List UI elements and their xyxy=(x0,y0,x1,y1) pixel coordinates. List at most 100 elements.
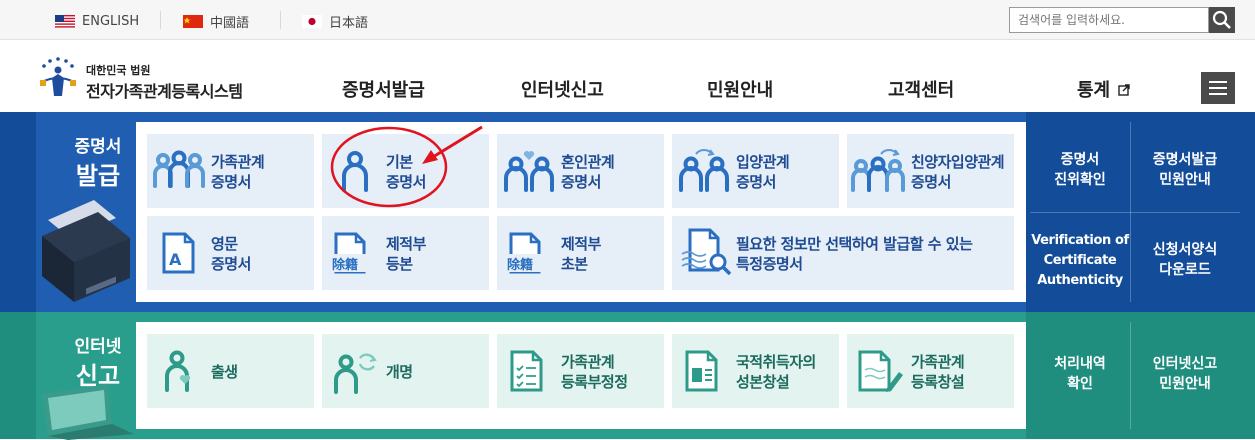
link-line1: Verification of xyxy=(1031,233,1129,248)
link-line1: 증명서 xyxy=(1060,152,1100,168)
tile-full-adoption-certificate[interactable]: 친양자입양관계 증명서 xyxy=(847,134,1014,208)
link-line2: 다운로드 xyxy=(1159,262,1211,278)
tile-label-line2: 등본 xyxy=(386,255,413,273)
link-line2: Certificate xyxy=(1043,253,1117,268)
logo-title: 전자가족관계등록시스템 xyxy=(86,82,243,101)
hamburger-icon-bar xyxy=(1209,93,1227,95)
tile-label-line1: 입양관계 xyxy=(736,153,790,171)
couple-heart-icon xyxy=(504,151,554,192)
edit-document-icon xyxy=(858,350,903,392)
logo-subtitle: 대한민국 법원 xyxy=(86,64,151,77)
removed-register-icon: 除籍 xyxy=(505,232,557,274)
tile-basic-certificate[interactable]: 기본 증명서 xyxy=(322,134,489,208)
tile-removed-register-transcript[interactable]: 除籍 제적부 등본 xyxy=(322,216,489,290)
link-line1: 신청서양식 xyxy=(1152,242,1218,258)
removed-register-icon: 除籍 xyxy=(330,232,382,274)
tile-label-line1: 기본 xyxy=(386,153,413,171)
tile-birth-report[interactable]: 출생 xyxy=(147,334,314,408)
link-line3: Authenticity xyxy=(1037,273,1123,288)
tile-label-line2: 초본 xyxy=(561,255,588,273)
tile-label-line2: 증명서 xyxy=(211,173,251,191)
nav-internet-report[interactable]: 인터넷신고 xyxy=(521,76,604,102)
tile-adoption-certificate[interactable]: 입양관계 증명서 xyxy=(672,134,839,208)
adoption-family-icon xyxy=(851,149,905,192)
link-processing-history[interactable]: 처리내역 확인 xyxy=(1030,354,1130,394)
tile-label-line2: 특정증명서 xyxy=(736,255,803,273)
link-certificate-guide[interactable]: 증명서발급 민원안내 xyxy=(1130,150,1240,190)
divider xyxy=(280,11,281,29)
tile-label-line1: 필요한 정보만 선택하여 발급할 수 있는 xyxy=(736,235,973,253)
section-title-line1: 증명서 xyxy=(74,137,122,157)
court-emblem-icon xyxy=(40,57,76,96)
lang-label: ENGLISH xyxy=(82,13,140,29)
tile-label-line2: 등록창설 xyxy=(911,373,965,391)
nav-certificate-issue[interactable]: 증명서발급 xyxy=(342,76,425,102)
link-line2: 민원안내 xyxy=(1159,376,1211,392)
lang-label: 日本語 xyxy=(329,15,369,31)
certificate-issue-section: 증명서 발급 가족관계 증명서 기본 증명서 혼인관계 증명서 입양관계 증명서… xyxy=(0,112,1255,312)
link-report-guide[interactable]: 인터넷신고 민원안내 xyxy=(1130,354,1240,394)
tile-label-line1: 출생 xyxy=(211,363,238,381)
laptop-illustration-icon xyxy=(42,384,134,440)
us-flag-icon xyxy=(55,14,75,28)
tile-naturalized-surname-creation[interactable]: 국적취득자의 성본창설 xyxy=(672,334,839,408)
tile-label-line1: 국적취득자의 xyxy=(736,353,816,371)
tile-label-line1: 가족관계 xyxy=(561,353,615,371)
link-certificate-verification[interactable]: 증명서 진위확인 xyxy=(1030,150,1130,190)
tile-label-line2: 증명서 xyxy=(561,173,601,191)
tile-label-line1: 제적부 xyxy=(561,235,601,253)
tile-label-line1: 혼인관계 xyxy=(561,153,615,171)
tile-register-creation[interactable]: 가족관계 등록창설 xyxy=(847,334,1014,408)
birth-icon xyxy=(165,350,191,392)
language-bar: ENGLISH 中國語 日本語 xyxy=(0,0,1255,40)
tile-marriage-certificate[interactable]: 혼인관계 증명서 xyxy=(497,134,664,208)
document-search-icon xyxy=(681,228,732,276)
tile-label-line1: 친양자입양관계 xyxy=(911,153,1005,171)
hamburger-icon-bar xyxy=(1209,87,1227,89)
search-button[interactable] xyxy=(1209,7,1235,33)
tile-english-certificate[interactable]: A 영문 증명서 xyxy=(147,216,314,290)
tile-removed-register-extract[interactable]: 除籍 제적부 초본 xyxy=(497,216,664,290)
section-title-line2: 발급 xyxy=(75,162,121,190)
link-line2: 민원안내 xyxy=(1159,172,1211,188)
tile-rename-report[interactable]: 개명 xyxy=(322,334,489,408)
lang-english-link[interactable]: ENGLISH xyxy=(55,12,139,30)
link-line1: 증명서발급 xyxy=(1152,152,1218,168)
site-header: 대한민국 법원 전자가족관계등록시스템 증명서발급 인터넷신고 민원안내 고객센… xyxy=(0,40,1255,112)
tile-specific-certificate[interactable]: 필요한 정보만 선택하여 발급할 수 있는 특정증명서 xyxy=(672,216,1014,290)
printer-illustration-icon xyxy=(42,200,130,302)
search-input[interactable] xyxy=(1009,7,1209,33)
site-logo[interactable]: 대한민국 법원 전자가족관계등록시스템 xyxy=(36,56,256,101)
link-line2: 확인 xyxy=(1067,376,1093,392)
japan-flag-icon xyxy=(302,14,322,28)
stamp-text: 除籍 xyxy=(507,257,533,273)
doc-letter: A xyxy=(169,250,182,269)
lang-japanese-link[interactable]: 日本語 xyxy=(302,12,369,31)
tile-label-line2: 증명서 xyxy=(386,173,426,191)
tile-label-line1: 제적부 xyxy=(386,235,426,253)
nav-customer-center[interactable]: 고객센터 xyxy=(888,76,954,102)
section-title-line1: 인터넷 xyxy=(74,337,122,357)
china-flag-icon xyxy=(183,14,203,28)
adoption-icon xyxy=(679,149,729,192)
person-icon xyxy=(342,151,368,192)
divider xyxy=(1030,212,1240,213)
nav-statistics[interactable]: 통계 xyxy=(1077,76,1131,102)
divider xyxy=(160,11,161,29)
lang-chinese-link[interactable]: 中國語 xyxy=(183,12,250,31)
lang-label: 中國語 xyxy=(210,15,250,31)
tile-label-line2: 증명서 xyxy=(211,255,251,273)
link-verification-english[interactable]: Verification of Certificate Authenticity xyxy=(1030,231,1130,291)
hamburger-icon xyxy=(1209,81,1227,83)
tile-label-line1: 개명 xyxy=(386,363,413,381)
nav-civil-guide[interactable]: 민원안내 xyxy=(707,76,773,102)
all-menu-button[interactable] xyxy=(1201,72,1235,104)
family-three-icon xyxy=(153,150,205,188)
link-line2: 진위확인 xyxy=(1054,172,1106,188)
stamp-text: 除籍 xyxy=(332,257,358,273)
tile-register-correction[interactable]: 가족관계 등록부정정 xyxy=(497,334,664,408)
link-line1: 인터넷신고 xyxy=(1152,356,1218,372)
tile-label-line1: 가족관계 xyxy=(211,153,265,171)
link-form-download[interactable]: 신청서양식 다운로드 xyxy=(1130,240,1240,280)
tile-family-certificate[interactable]: 가족관계 증명서 xyxy=(147,134,314,208)
